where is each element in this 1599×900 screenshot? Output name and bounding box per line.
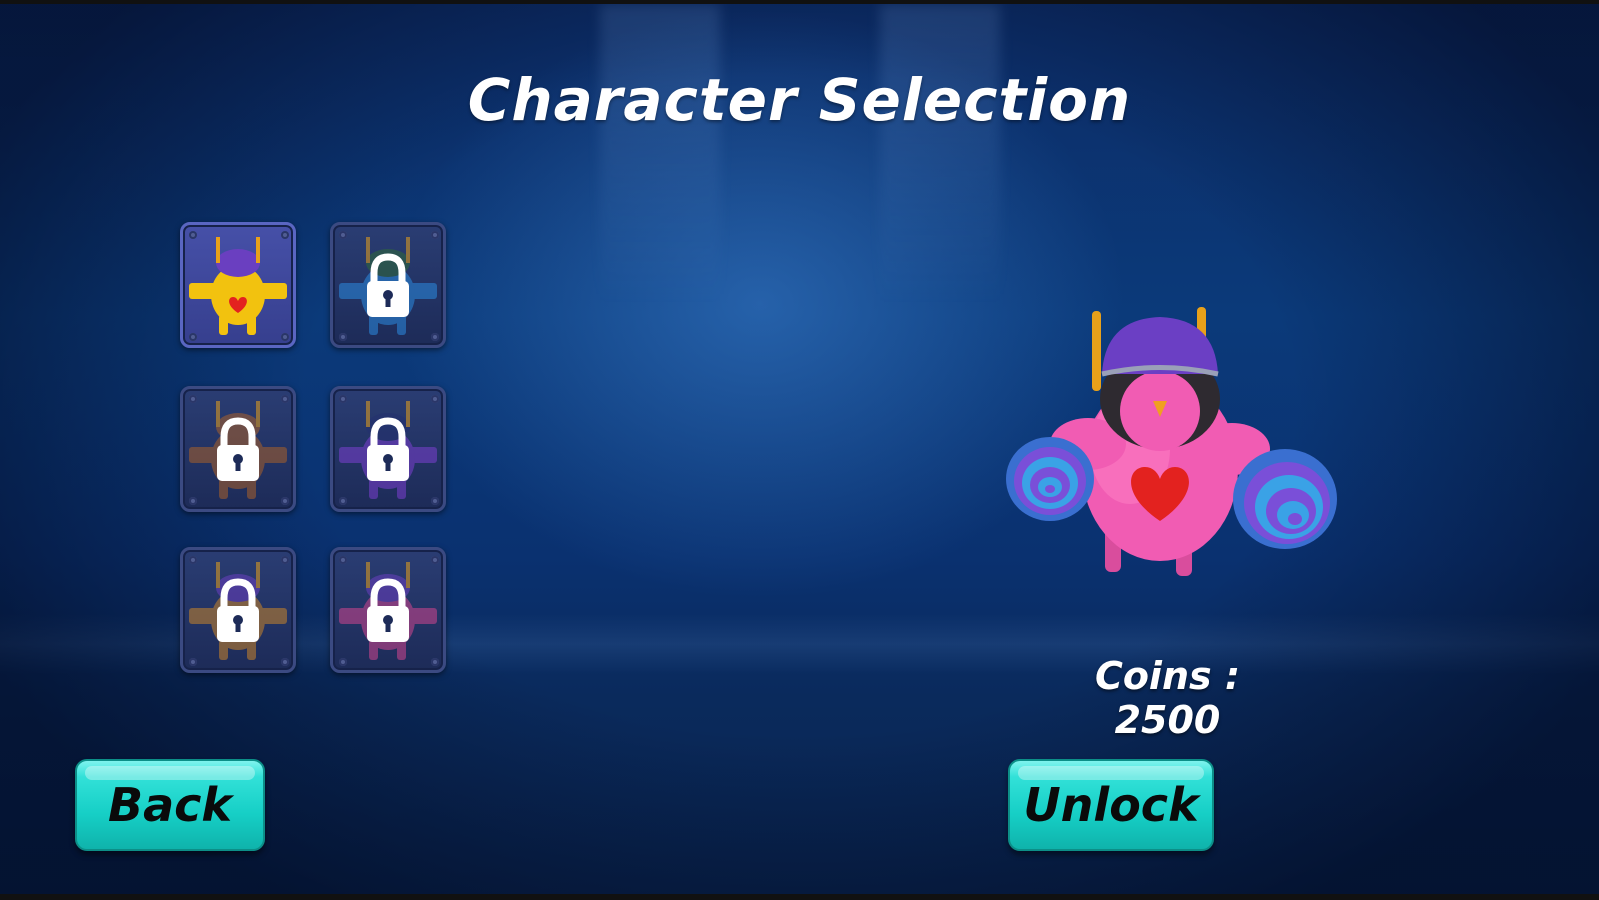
back-button[interactable]: Back [75, 759, 265, 851]
character-slot-4[interactable] [330, 386, 446, 512]
character-slot-5[interactable] [180, 547, 296, 673]
unlock-button-label: Unlock [1023, 778, 1199, 832]
character-selection-screen: Character Selection Coins: 2500 Back Un… [0, 0, 1599, 900]
preview-fist-right [1233, 449, 1337, 549]
spotlight-beam [600, 4, 720, 304]
preview-antenna-left [1092, 311, 1101, 391]
page-title: Character Selection [467, 66, 1132, 134]
character-thumbnail [189, 401, 287, 499]
unlock-button[interactable]: Unlock [1008, 759, 1214, 851]
character-preview [1006, 307, 1337, 576]
character-slot-2[interactable] [330, 222, 446, 348]
spotlight-beam [880, 4, 1000, 304]
preview-fist-left [1006, 437, 1094, 521]
character-thumbnail [189, 237, 287, 335]
character-slot-6[interactable] [330, 547, 446, 673]
character-thumbnail [189, 562, 287, 660]
character-thumbnail [339, 401, 437, 499]
coins-display: Coins : 2500 [1094, 654, 1241, 742]
character-thumbnail [339, 237, 437, 335]
character-thumbnail [339, 562, 437, 660]
character-slot-1[interactable] [180, 222, 296, 348]
back-button-label: Back [108, 778, 232, 832]
character-slot-3[interactable] [180, 386, 296, 512]
